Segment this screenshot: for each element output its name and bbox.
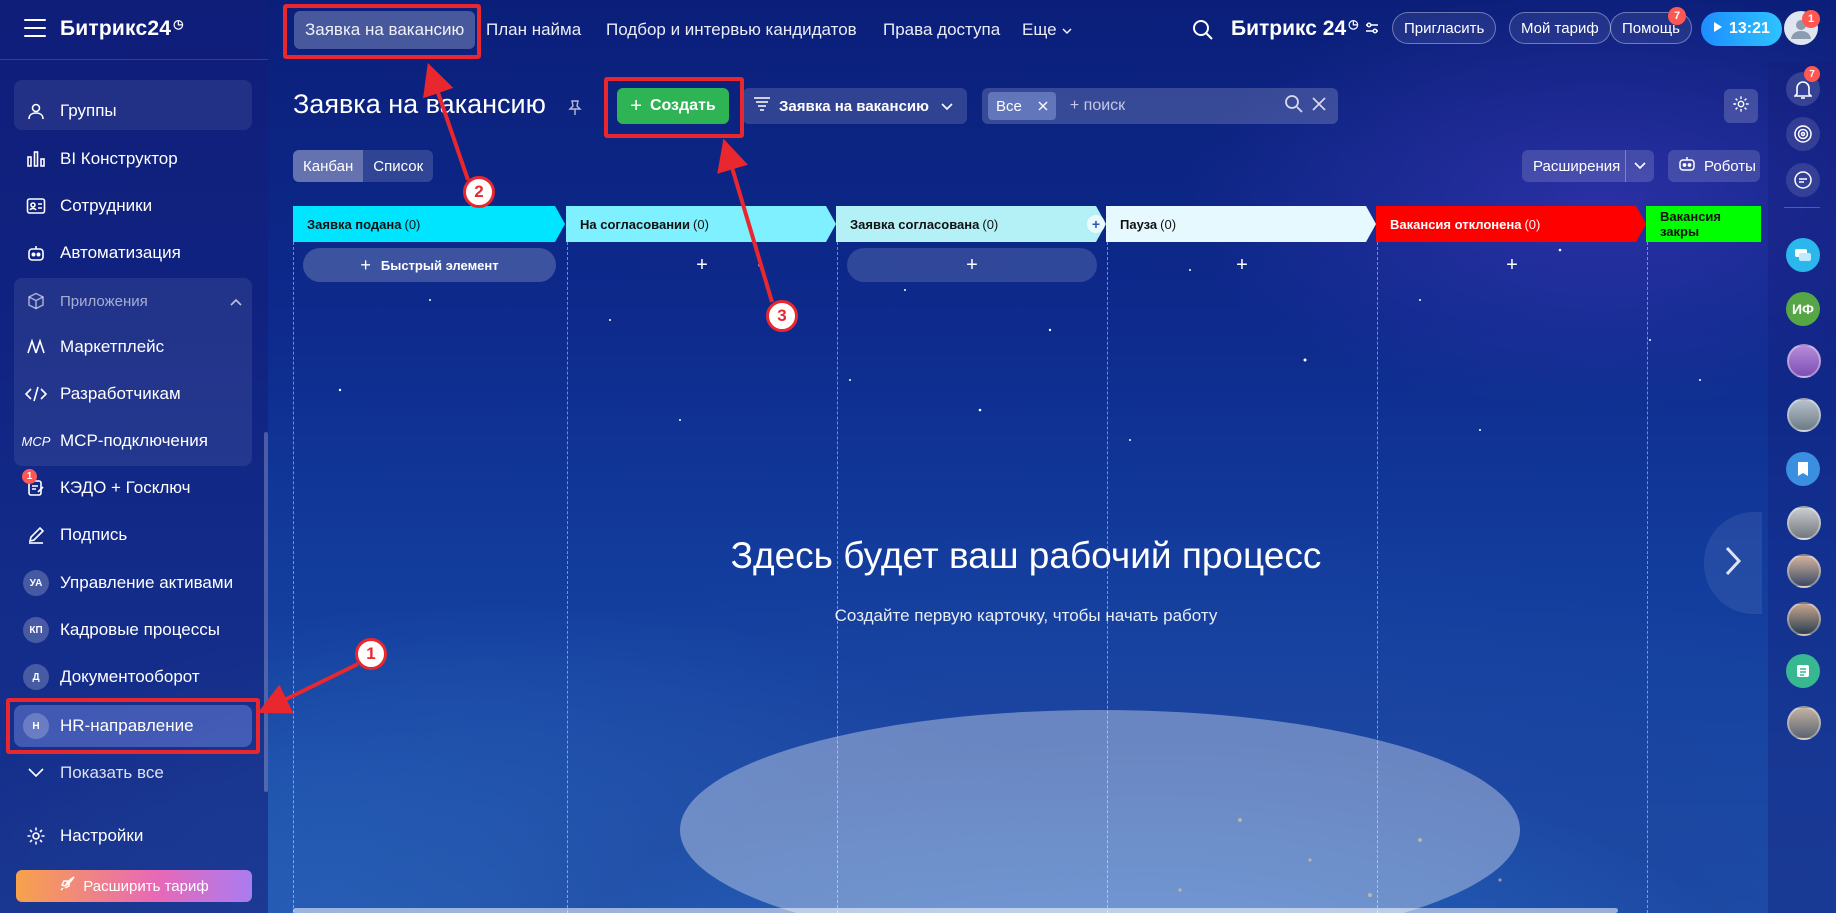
help-badge: 7 xyxy=(1668,7,1686,25)
mcp-icon: MCP xyxy=(21,433,51,449)
kedo-badge: 1 xyxy=(22,469,37,484)
bitrix-logo[interactable]: Битрикс24 ◷ xyxy=(60,17,184,41)
bar-chart-icon xyxy=(20,150,52,168)
docflow-avatar: Д xyxy=(23,664,49,690)
sidebar-item-hr-processes[interactable]: КП Кадровые процессы xyxy=(14,610,252,650)
chevron-right-icon xyxy=(1724,545,1742,582)
annotation-frame-hr xyxy=(6,698,260,754)
chevron-down-icon xyxy=(1625,150,1646,182)
cube-icon xyxy=(20,292,52,310)
column-divider xyxy=(293,242,294,913)
contact-avatar[interactable] xyxy=(1787,602,1821,636)
sidebar-item-bi[interactable]: BI Конструктор xyxy=(14,139,252,179)
annotation-frame-create xyxy=(604,77,744,138)
sidebar-item-docflow[interactable]: Д Документооборот xyxy=(14,657,252,697)
sidebar-scrollbar[interactable] xyxy=(264,432,268,792)
upgrade-tariff-button[interactable]: Расширить тариф xyxy=(16,870,252,902)
chat-icon[interactable] xyxy=(1786,163,1820,197)
assets-avatar: УА xyxy=(23,570,49,596)
view-switcher: Канбан Список xyxy=(293,150,434,182)
sidebar-item-sign[interactable]: Подпись xyxy=(14,515,252,555)
robot-icon xyxy=(20,244,52,262)
sidebar-item-mcp[interactable]: MCP MCP-подключения xyxy=(14,421,252,461)
sidebar-apps-header[interactable]: Приложения xyxy=(14,281,252,321)
left-sidebar: Битрикс24 ◷ Группы BI Конструктор Сотрудн… xyxy=(0,0,268,913)
column-divider xyxy=(567,242,568,913)
contact-avatar[interactable] xyxy=(1787,398,1821,432)
sidebar-item-employees[interactable]: Сотрудники xyxy=(14,186,252,226)
sidebar-item-kedo[interactable]: 1 КЭДО + Госключ xyxy=(14,468,252,508)
my-tariff-button[interactable]: Мой тариф xyxy=(1509,12,1611,44)
annotation-frame-tab xyxy=(283,4,481,59)
sidebar-item-automation[interactable]: Автоматизация xyxy=(14,233,252,273)
group-chat-icon[interactable] xyxy=(1786,238,1820,272)
sidebar-show-all[interactable]: Показать все xyxy=(14,753,252,793)
chevron-up-icon[interactable] xyxy=(230,293,242,310)
contact-avatar[interactable] xyxy=(1787,554,1821,588)
view-list[interactable]: Список xyxy=(363,150,433,182)
empty-state-title: Здесь будет ваш рабочий процесс xyxy=(730,535,1322,576)
gear-icon xyxy=(20,826,52,846)
contact-avatar[interactable] xyxy=(1787,706,1821,740)
book-icon[interactable] xyxy=(1786,452,1820,486)
view-kanban[interactable]: Канбан xyxy=(293,150,364,182)
chevron-down-icon xyxy=(20,768,52,778)
sidebar-item-developers[interactable]: Разработчикам xyxy=(14,374,252,414)
right-sidebar: 7 ИФ xyxy=(1768,62,1836,913)
pin-icon[interactable] xyxy=(568,100,582,119)
pen-icon xyxy=(20,526,52,544)
avatar-badge: 1 xyxy=(1802,10,1820,28)
kanban-scroll-right[interactable] xyxy=(1704,512,1762,614)
contact-avatar-if[interactable]: ИФ xyxy=(1786,292,1820,326)
annotation-number-2: 2 xyxy=(463,176,495,208)
sidebar-item-groups[interactable]: Группы xyxy=(14,91,252,131)
rocket-icon xyxy=(59,876,75,896)
column-header-submitted[interactable]: Заявка подана (0) xyxy=(293,206,565,242)
annotation-number-3: 3 xyxy=(766,300,798,332)
robots-button[interactable]: Роботы xyxy=(1668,150,1760,182)
kanban-horizontal-scrollbar[interactable] xyxy=(293,908,1618,913)
gear-icon xyxy=(1732,95,1750,118)
menu-burger-icon[interactable] xyxy=(24,19,46,39)
rightbar-divider xyxy=(1784,207,1820,208)
notifications-badge: 7 xyxy=(1804,66,1820,82)
sidebar-header: Битрикс24 ◷ xyxy=(0,0,268,60)
robot-icon xyxy=(1678,156,1696,176)
sidebar-item-assets[interactable]: УА Управление активами xyxy=(14,563,252,603)
plus-icon: + xyxy=(360,254,371,275)
sidebar-item-marketplace[interactable]: Маркетплейс xyxy=(14,327,252,367)
kanban-settings-button[interactable] xyxy=(1724,89,1758,123)
page-title: Заявка на вакансию xyxy=(293,89,546,119)
marketplace-icon xyxy=(20,338,52,356)
empty-state-subtitle: Создайте первую карточку, чтобы начать р… xyxy=(834,606,1218,625)
document-sign-icon: 1 xyxy=(20,469,52,497)
quick-item-button[interactable]: + Быстрый элемент xyxy=(303,248,556,282)
hr-processes-avatar: КП xyxy=(23,617,49,643)
employees-icon xyxy=(20,197,52,215)
tab-hiring-plan[interactable]: План найма xyxy=(486,11,581,49)
column-divider xyxy=(1647,242,1648,913)
contact-avatar[interactable] xyxy=(1787,506,1821,540)
extensions-button[interactable]: Расширения xyxy=(1522,150,1654,182)
column-header-closed[interactable]: Вакансия закры xyxy=(1646,206,1761,242)
list-chat-icon[interactable] xyxy=(1786,654,1820,688)
code-icon xyxy=(20,385,52,403)
work-time-button[interactable]: 13:21 xyxy=(1701,12,1782,46)
plus-icon: + xyxy=(1506,253,1518,276)
play-icon xyxy=(1713,20,1723,38)
groups-icon xyxy=(20,102,52,120)
copilot-icon[interactable] xyxy=(1786,117,1820,151)
contact-avatar[interactable] xyxy=(1787,344,1821,378)
annotation-number-1: 1 xyxy=(355,638,387,670)
sidebar-settings[interactable]: Настройки xyxy=(14,816,252,856)
